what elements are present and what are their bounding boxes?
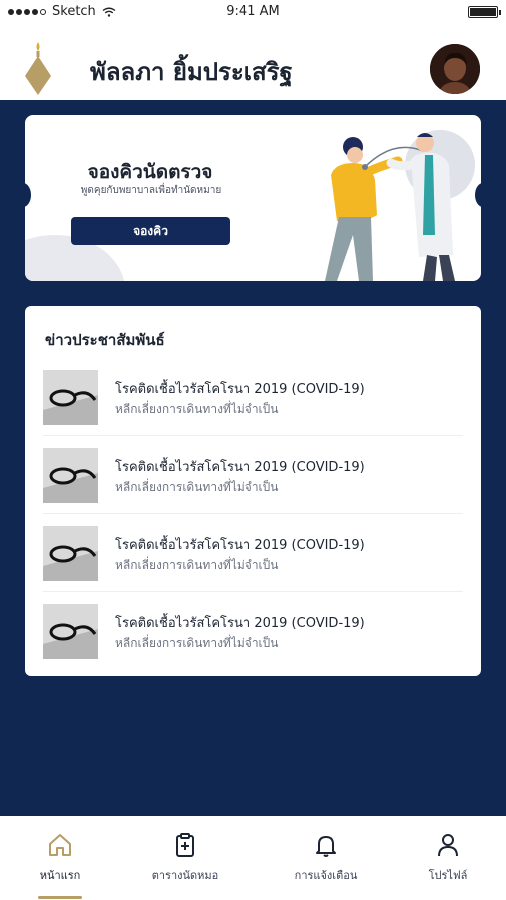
ticket-notch-right [475, 183, 481, 207]
news-list-item[interactable]: โรคติดเชื้อไวรัสโคโรนา 2019 (COVID-19) ห… [43, 358, 463, 436]
stethoscope-thumbnail [43, 526, 98, 581]
news-item-subtitle: หลีกเลี่ยงการเดินทางที่ไม่จำเป็น [115, 636, 279, 650]
nav-label-notifications: การแจ้งเตือน [294, 869, 358, 882]
battery-icon [468, 6, 501, 18]
stethoscope-thumbnail [43, 448, 98, 503]
news-item-subtitle: หลีกเลี่ยงการเดินทางที่ไม่จำเป็น [115, 558, 279, 572]
nav-label-home: หน้าแรก [39, 869, 81, 882]
nav-label-appointments: ตารางนัดหมอ [151, 869, 219, 882]
bell-icon [316, 836, 336, 857]
stethoscope-thumbnail [43, 370, 98, 425]
news-list-item[interactable]: โรคติดเชื้อไวรัสโคโรนา 2019 (COVID-19) ห… [43, 436, 463, 514]
news-item-subtitle: หลีกเลี่ยงการเดินทางที่ไม่จำเป็น [115, 480, 279, 494]
news-section-title: ข่าวประชาสัมพันธ์ [45, 331, 165, 349]
news-list-item[interactable]: โรคติดเชื้อไวรัสโคโรนา 2019 (COVID-19) ห… [43, 514, 463, 592]
ticket-notch-left [25, 183, 31, 207]
news-item-title: โรคติดเชื้อไวรัสโคโรนา 2019 (COVID-19) [115, 538, 365, 553]
news-card: ข่าวประชาสัมพันธ์ โรคติดเชื้อไวรัสโคโรนา… [25, 306, 481, 676]
book-queue-button[interactable]: จองคิว [71, 217, 230, 245]
stethoscope-photo-icon [43, 604, 98, 659]
main-content: จองคิวนัดตรวจ พูดคุยกับพยาบาลเพื่อทำนัดห… [0, 100, 506, 816]
stethoscope-photo-icon [43, 526, 98, 581]
stethoscope-photo-icon [43, 448, 98, 503]
status-time: 9:41 AM [226, 4, 280, 19]
booking-card: จองคิวนัดตรวจ พูดคุยกับพยาบาลเพื่อทำนัดห… [25, 115, 481, 281]
gold-diamond-flame-logo-icon [25, 42, 51, 95]
app-header: พัลลภา ยิ้มประเสริฐ [0, 24, 506, 100]
booking-subtitle: พูดคุยกับพยาบาลเพื่อทำนัดหมาย [80, 185, 222, 196]
news-item-title: โรคติดเชื้อไวรัสโคโรนา 2019 (COVID-19) [115, 382, 365, 397]
news-item-subtitle: หลีกเลี่ยงการเดินทางที่ไม่จำเป็น [115, 402, 279, 416]
nav-item-notifications[interactable]: การแจ้งเตือน [276, 832, 376, 884]
user-icon [438, 834, 458, 857]
home-icon [49, 834, 71, 856]
news-item-title: โรคติดเชื้อไวรัสโคโรนา 2019 (COVID-19) [115, 616, 365, 631]
active-tab-indicator [38, 896, 82, 899]
bottom-nav: หน้าแรก ตารางนัดหมอ การแจ้งเตือน โปรไฟล์ [0, 816, 506, 900]
stethoscope-photo-icon [43, 370, 98, 425]
avatar[interactable] [430, 44, 480, 94]
doctor-stethoscope-illustration-icon [325, 133, 455, 281]
nav-label-profile: โปรไฟล์ [428, 869, 468, 882]
nav-item-profile[interactable]: โปรไฟล์ [398, 832, 498, 884]
news-item-title: โรคติดเชื้อไวรัสโคโรนา 2019 (COVID-19) [115, 460, 365, 475]
nav-item-appointments[interactable]: ตารางนัดหมอ [135, 832, 235, 884]
news-list-item[interactable]: โรคติดเชื้อไวรัสโคโรนา 2019 (COVID-19) ห… [43, 592, 463, 670]
stethoscope-thumbnail [43, 604, 98, 659]
status-bar: Sketch 9:41 AM [0, 0, 506, 24]
clipboard-plus-icon [176, 833, 194, 857]
user-avatar-photo-icon [430, 44, 480, 94]
user-name-title: พัลลภา ยิ้มประเสริฐ [90, 58, 293, 86]
nav-item-home[interactable]: หน้าแรก [10, 832, 110, 884]
